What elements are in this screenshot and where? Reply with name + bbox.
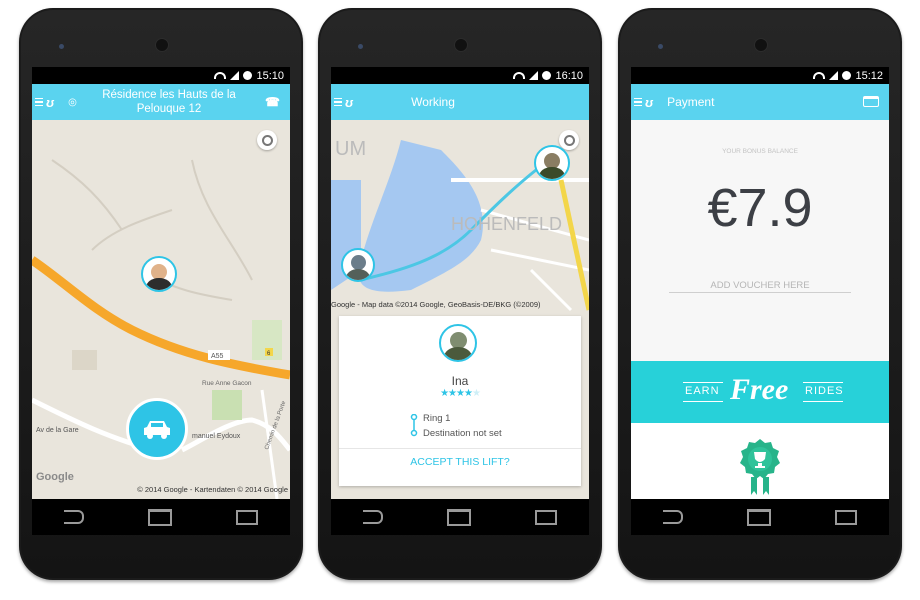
status-bar: 16:10 bbox=[331, 67, 589, 84]
passenger-avatar[interactable] bbox=[341, 248, 375, 282]
speaker bbox=[155, 38, 169, 52]
status-time: 15:12 bbox=[855, 69, 883, 82]
phone-map-screen: 15:10 ʊ ◎ Résidence les Hauts de la Pelo… bbox=[19, 8, 303, 580]
banner-line bbox=[803, 382, 843, 383]
banner-line bbox=[683, 382, 723, 383]
page-title: Working bbox=[411, 95, 455, 109]
battery-icon bbox=[542, 71, 552, 80]
signal-icon bbox=[529, 71, 539, 80]
menu-icon[interactable] bbox=[334, 97, 342, 107]
app-bar: ʊ Working bbox=[331, 84, 589, 120]
wifi-icon bbox=[813, 72, 826, 79]
lift-request-card: Ina ★★★★★ Ring 1 Destination not set ACC… bbox=[339, 316, 581, 486]
back-icon[interactable] bbox=[363, 510, 383, 524]
signal-icon bbox=[230, 71, 240, 80]
my-location-button[interactable] bbox=[559, 130, 579, 150]
front-camera bbox=[358, 44, 363, 49]
rating-stars: ★★★★★ bbox=[440, 388, 481, 399]
home-icon[interactable] bbox=[747, 508, 771, 526]
location-pin-icon: ◎ bbox=[68, 96, 77, 108]
google-logo: Google bbox=[36, 471, 74, 483]
back-icon[interactable] bbox=[663, 510, 683, 524]
my-location-button[interactable] bbox=[257, 130, 277, 150]
map-label: UM bbox=[335, 138, 366, 160]
road-label: A55 bbox=[211, 353, 224, 360]
recent-apps-icon[interactable] bbox=[236, 509, 258, 525]
bonus-balance-label: YOUR BONUS BALANCE bbox=[722, 148, 798, 155]
street-label: Rue Anne Gacon bbox=[202, 380, 252, 387]
header-address: Résidence les Hauts de la Pelouque 12 bbox=[102, 89, 236, 115]
recent-apps-icon[interactable] bbox=[835, 509, 857, 525]
free-rides-banner[interactable]: EARN Free RIDES bbox=[631, 361, 889, 423]
screen: 15:10 ʊ ◎ Résidence les Hauts de la Pelo… bbox=[32, 67, 290, 499]
map-label: HOHENFELD bbox=[451, 214, 562, 234]
home-icon[interactable] bbox=[148, 508, 172, 526]
app-logo-icon: ʊ bbox=[645, 94, 654, 110]
street-label: manuel Eydoux bbox=[192, 433, 241, 440]
wifi-icon bbox=[214, 72, 227, 79]
page-title: Payment bbox=[667, 95, 715, 109]
promo-icon[interactable]: ☎ bbox=[265, 95, 280, 109]
map-copyright: © 2014 Google - Kartendaten © 2014 Googl… bbox=[137, 485, 288, 494]
android-nav-bar bbox=[631, 499, 889, 535]
trophy-badge-icon bbox=[740, 439, 780, 495]
status-bar: 15:12 bbox=[631, 67, 889, 84]
accept-lift-button[interactable]: ACCEPT THIS LIFT? bbox=[339, 456, 581, 468]
banner-rides: RIDES bbox=[805, 385, 844, 397]
wifi-icon bbox=[513, 72, 526, 79]
app-bar: ʊ Payment bbox=[631, 84, 889, 120]
requester-avatar bbox=[439, 324, 477, 362]
android-nav-bar bbox=[331, 499, 589, 535]
map-view[interactable]: A55 6 Rue Anne Gacon Av de la Gare manue… bbox=[32, 120, 290, 499]
card-divider bbox=[339, 448, 581, 449]
recent-apps-icon[interactable] bbox=[535, 509, 557, 525]
requester-name: Ina bbox=[451, 374, 469, 388]
driver-avatar[interactable] bbox=[141, 256, 177, 292]
battery-icon bbox=[243, 71, 253, 80]
android-nav-bar bbox=[32, 499, 290, 535]
banner-earn: EARN bbox=[685, 385, 720, 397]
speaker bbox=[754, 38, 768, 52]
signal-icon bbox=[829, 71, 839, 80]
car-icon bbox=[144, 421, 170, 439]
voucher-input[interactable]: ADD VOUCHER HERE bbox=[669, 275, 851, 293]
home-icon[interactable] bbox=[447, 508, 471, 526]
screen: 15:12 ʊ Payment YOUR BONUS BALANCE €7.9 … bbox=[631, 67, 889, 499]
credit-card-icon[interactable] bbox=[863, 96, 879, 107]
front-camera bbox=[658, 44, 663, 49]
banner-free: Free bbox=[730, 373, 789, 406]
banner-line bbox=[803, 401, 843, 402]
car-request-button[interactable] bbox=[126, 398, 188, 460]
route-dots-icon bbox=[410, 414, 418, 437]
pickup-location: Ring 1 bbox=[423, 413, 451, 424]
street-label: Av de la Gare bbox=[36, 427, 79, 434]
app-logo-icon: ʊ bbox=[46, 94, 55, 110]
map-view[interactable]: UM HOHENFELD Google - Map data ©2014 Goo… bbox=[331, 120, 589, 499]
screen: 16:10 ʊ Working UM HOHENFELD Google - Ma… bbox=[331, 67, 589, 499]
front-camera bbox=[59, 44, 64, 49]
destination-text: Destination not set bbox=[423, 428, 502, 439]
app-bar: ʊ ◎ Résidence les Hauts de la Pelouque 1… bbox=[32, 84, 290, 120]
status-time: 16:10 bbox=[555, 69, 583, 82]
bonus-balance-amount: €7.9 bbox=[707, 178, 813, 238]
speaker bbox=[454, 38, 468, 52]
status-bar: 15:10 bbox=[32, 67, 290, 84]
app-logo-icon: ʊ bbox=[345, 94, 354, 110]
phone-payment-screen: 15:12 ʊ Payment YOUR BONUS BALANCE €7.9 … bbox=[618, 8, 902, 580]
voucher-placeholder: ADD VOUCHER HERE bbox=[710, 280, 810, 291]
menu-icon[interactable] bbox=[634, 97, 642, 107]
driver-avatar[interactable] bbox=[534, 145, 570, 181]
back-icon[interactable] bbox=[64, 510, 84, 524]
status-time: 15:10 bbox=[256, 69, 284, 82]
battery-icon bbox=[842, 71, 852, 80]
menu-icon[interactable] bbox=[35, 97, 43, 107]
map-copyright: Google - Map data ©2014 Google, GeoBasis… bbox=[331, 300, 541, 309]
banner-line bbox=[683, 401, 723, 402]
phone-working-screen: 16:10 ʊ Working UM HOHENFELD Google - Ma… bbox=[318, 8, 602, 580]
